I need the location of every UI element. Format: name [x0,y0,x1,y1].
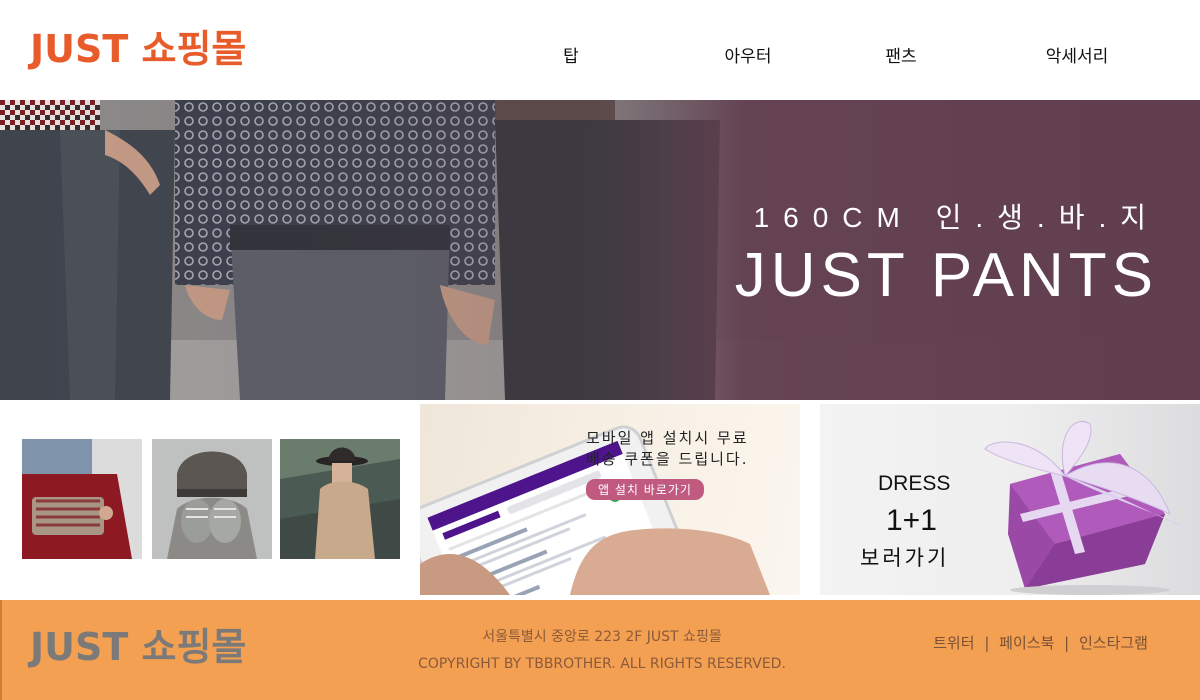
dress-promo-link[interactable]: 보러가기 [860,542,949,572]
product-image [22,439,142,559]
hero-title: JUST PANTS [734,241,1158,310]
site-footer: JUST 쇼핑몰 서울특별시 중앙로 223 2F JUST 쇼핑몰 COPYR… [0,600,1200,700]
product-thumb-skirt[interactable] [22,439,142,559]
footer-social-links: 트위터 | 페이스북 | 인스타그램 [933,632,1148,653]
nav-item-accessories[interactable]: 악세서리 [1046,44,1109,70]
footer-copyright: COPYRIGHT BY TBBROTHER. ALL RIGHTS RESER… [418,656,786,672]
footer-link-facebook[interactable]: 페이스북 [999,634,1054,652]
app-install-button[interactable]: 앱 설치 바로가기 [586,479,704,500]
app-promo-line2: 배송 쿠폰을 드립니다. [586,450,749,468]
app-promo-banner[interactable]: 모바일 앱 설치시 무료 배송 쿠폰을 드립니다. 앱 설치 바로가기 [420,404,800,595]
app-promo-line1: 모바일 앱 설치시 무료 [586,429,749,447]
footer-link-twitter[interactable]: 트위터 [933,634,974,652]
product-image [152,439,272,559]
hero-banner[interactable]: 160CM 인.생.바.지 JUST PANTS [0,100,1200,400]
product-image [280,439,400,559]
dress-promo-banner[interactable]: DRESS 1+1 보러가기 [820,404,1200,595]
footer-separator: | [984,634,990,652]
footer-link-instagram[interactable]: 인스타그램 [1079,634,1148,652]
footer-separator: | [1064,634,1070,652]
footer-info: 서울특별시 중앙로 223 2F JUST 쇼핑몰 COPYRIGHT BY T… [418,624,786,678]
nav-item-outer[interactable]: 아우터 [725,44,772,70]
nav-item-pants[interactable]: 팬츠 [885,44,916,70]
app-promo-text: 모바일 앱 설치시 무료 배송 쿠폰을 드립니다. [586,428,749,470]
nav-item-top[interactable]: 탑 [563,44,579,70]
site-header: JUST 쇼핑몰 탑 아우터 팬츠 악세서리 [0,0,1200,100]
footer-address: 서울특별시 중앙로 223 2F JUST 쇼핑몰 [482,629,722,645]
dress-promo-offer: 1+1 [886,504,937,537]
product-thumb-fedora[interactable] [280,439,400,559]
product-thumb-hat[interactable] [152,439,272,559]
hero-subtitle: 160CM 인.생.바.지 [753,202,1160,233]
main-nav: 탑 아우터 팬츠 악세서리 [0,44,1200,70]
dress-promo-title: DRESS [878,472,951,495]
footer-logo[interactable]: JUST 쇼핑몰 [30,622,246,672]
